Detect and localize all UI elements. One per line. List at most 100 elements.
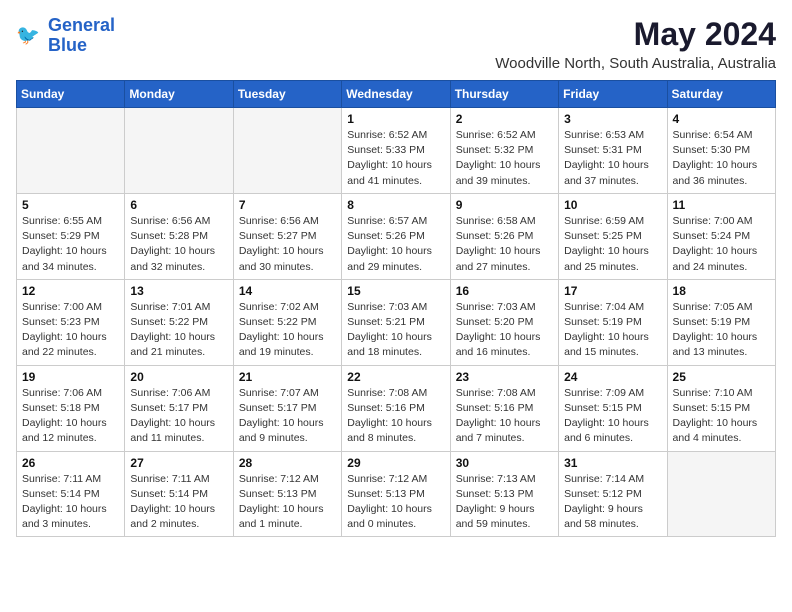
calendar-cell [17, 108, 125, 194]
month-year: May 2024 [495, 16, 776, 53]
day-number: 1 [347, 112, 444, 126]
calendar-cell: 9 Sunrise: 6:58 AMSunset: 5:26 PMDaylight… [450, 193, 558, 279]
day-info: Sunrise: 7:14 AMSunset: 5:12 PMDaylight:… [564, 472, 661, 533]
day-info: Sunrise: 6:53 AMSunset: 5:31 PMDaylight:… [564, 128, 661, 189]
calendar-cell: 3 Sunrise: 6:53 AMSunset: 5:31 PMDaylight… [559, 108, 667, 194]
calendar-cell: 11Sunrise: 7:00 AMSunset: 5:24 PMDayligh… [667, 193, 775, 279]
calendar-cell [667, 451, 775, 537]
day-info: Sunrise: 7:07 AMSunset: 5:17 PMDaylight:… [239, 386, 336, 447]
calendar-cell: 30Sunrise: 7:13 AMSunset: 5:13 PMDayligh… [450, 451, 558, 537]
day-number: 14 [239, 284, 336, 298]
day-number: 8 [347, 198, 444, 212]
calendar-cell: 21 Sunrise: 7:07 AMSunset: 5:17 PMDayligh… [233, 365, 341, 451]
day-number: 24 [564, 370, 661, 384]
calendar-cell: 6 Sunrise: 6:56 AMSunset: 5:28 PMDaylight… [125, 193, 233, 279]
day-info: Sunrise: 6:55 AMSunset: 5:29 PMDaylight:… [22, 214, 119, 275]
day-number: 9 [456, 198, 553, 212]
calendar-cell: 7Sunrise: 6:56 AMSunset: 5:27 PMDaylight… [233, 193, 341, 279]
logo-icon: 🐦 [16, 22, 44, 50]
day-number: 6 [130, 198, 227, 212]
calendar-cell [233, 108, 341, 194]
calendar-week-row: 26Sunrise: 7:11 AMSunset: 5:14 PMDayligh… [17, 451, 776, 537]
calendar-week-row: 5 Sunrise: 6:55 AMSunset: 5:29 PMDaylight… [17, 193, 776, 279]
day-info: Sunrise: 7:04 AMSunset: 5:19 PMDaylight:… [564, 300, 661, 361]
calendar-cell: 29 Sunrise: 7:12 AMSunset: 5:13 PMDayligh… [342, 451, 450, 537]
day-number: 4 [673, 112, 770, 126]
day-number: 16 [456, 284, 553, 298]
day-info: Sunrise: 7:12 AMSunset: 5:13 PMDaylight:… [239, 472, 336, 533]
weekday-header: Monday [125, 81, 233, 108]
day-info: Sunrise: 7:11 AMSunset: 5:14 PMDaylight:… [130, 472, 227, 533]
day-number: 5 [22, 198, 119, 212]
calendar-cell: 25 Sunrise: 7:10 AMSunset: 5:15 PMDayligh… [667, 365, 775, 451]
day-number: 20 [130, 370, 227, 384]
day-info: Sunrise: 7:03 AMSunset: 5:20 PMDaylight:… [456, 300, 553, 361]
day-info: Sunrise: 7:12 AMSunset: 5:13 PMDaylight:… [347, 472, 444, 533]
day-number: 29 [347, 456, 444, 470]
day-info: Sunrise: 7:00 AMSunset: 5:23 PMDaylight:… [22, 300, 119, 361]
day-number: 18 [673, 284, 770, 298]
calendar-cell: 17 Sunrise: 7:04 AMSunset: 5:19 PMDayligh… [559, 279, 667, 365]
weekday-header-row: SundayMondayTuesdayWednesdayThursdayFrid… [17, 81, 776, 108]
calendar-cell: 12Sunrise: 7:00 AMSunset: 5:23 PMDayligh… [17, 279, 125, 365]
calendar-cell: 15 Sunrise: 7:03 AMSunset: 5:21 PMDayligh… [342, 279, 450, 365]
day-info: Sunrise: 6:57 AMSunset: 5:26 PMDaylight:… [347, 214, 444, 275]
day-info: Sunrise: 6:56 AMSunset: 5:27 PMDaylight:… [239, 214, 336, 275]
calendar-week-row: 12Sunrise: 7:00 AMSunset: 5:23 PMDayligh… [17, 279, 776, 365]
day-number: 21 [239, 370, 336, 384]
day-number: 19 [22, 370, 119, 384]
day-number: 17 [564, 284, 661, 298]
day-number: 28 [239, 456, 336, 470]
day-info: Sunrise: 7:11 AMSunset: 5:14 PMDaylight:… [22, 472, 119, 533]
calendar-cell: 23Sunrise: 7:08 AMSunset: 5:16 PMDayligh… [450, 365, 558, 451]
day-info: Sunrise: 7:06 AMSunset: 5:17 PMDaylight:… [130, 386, 227, 447]
title-block: May 2024 Woodville North, South Australi… [495, 16, 776, 72]
page-header: 🐦 GeneralBlue May 2024 Woodville North, … [16, 16, 776, 72]
calendar-cell: 18 Sunrise: 7:05 AMSunset: 5:19 PMDayligh… [667, 279, 775, 365]
day-info: Sunrise: 7:13 AMSunset: 5:13 PMDaylight:… [456, 472, 553, 533]
weekday-header: Sunday [17, 81, 125, 108]
day-number: 13 [130, 284, 227, 298]
calendar-cell: 5 Sunrise: 6:55 AMSunset: 5:29 PMDaylight… [17, 193, 125, 279]
day-info: Sunrise: 7:05 AMSunset: 5:19 PMDaylight:… [673, 300, 770, 361]
day-number: 23 [456, 370, 553, 384]
day-info: Sunrise: 6:52 AMSunset: 5:33 PMDaylight:… [347, 128, 444, 189]
day-info: Sunrise: 7:06 AMSunset: 5:18 PMDaylight:… [22, 386, 119, 447]
calendar-cell: 16 Sunrise: 7:03 AMSunset: 5:20 PMDayligh… [450, 279, 558, 365]
day-info: Sunrise: 7:08 AMSunset: 5:16 PMDaylight:… [347, 386, 444, 447]
day-number: 15 [347, 284, 444, 298]
logo-text: GeneralBlue [48, 16, 115, 56]
day-info: Sunrise: 6:52 AMSunset: 5:32 PMDaylight:… [456, 128, 553, 189]
calendar-cell: 2 Sunrise: 6:52 AMSunset: 5:32 PMDaylight… [450, 108, 558, 194]
calendar-week-row: 19 Sunrise: 7:06 AMSunset: 5:18 PMDayligh… [17, 365, 776, 451]
day-info: Sunrise: 7:10 AMSunset: 5:15 PMDaylight:… [673, 386, 770, 447]
logo: 🐦 GeneralBlue [16, 16, 115, 56]
day-number: 22 [347, 370, 444, 384]
weekday-header: Friday [559, 81, 667, 108]
weekday-header: Saturday [667, 81, 775, 108]
day-info: Sunrise: 6:59 AMSunset: 5:25 PMDaylight:… [564, 214, 661, 275]
calendar-cell [125, 108, 233, 194]
calendar-cell: 27 Sunrise: 7:11 AMSunset: 5:14 PMDayligh… [125, 451, 233, 537]
day-number: 2 [456, 112, 553, 126]
day-number: 11 [673, 198, 770, 212]
calendar-cell: 19 Sunrise: 7:06 AMSunset: 5:18 PMDayligh… [17, 365, 125, 451]
calendar-cell: 4Sunrise: 6:54 AMSunset: 5:30 PMDaylight… [667, 108, 775, 194]
day-info: Sunrise: 6:56 AMSunset: 5:28 PMDaylight:… [130, 214, 227, 275]
day-info: Sunrise: 6:58 AMSunset: 5:26 PMDaylight:… [456, 214, 553, 275]
calendar-cell: 13Sunrise: 7:01 AMSunset: 5:22 PMDayligh… [125, 279, 233, 365]
weekday-header: Tuesday [233, 81, 341, 108]
calendar-cell: 8 Sunrise: 6:57 AMSunset: 5:26 PMDaylight… [342, 193, 450, 279]
location: Woodville North, South Australia, Austra… [495, 55, 776, 72]
day-number: 25 [673, 370, 770, 384]
calendar-cell: 24 Sunrise: 7:09 AMSunset: 5:15 PMDayligh… [559, 365, 667, 451]
calendar-cell: 10 Sunrise: 6:59 AMSunset: 5:25 PMDayligh… [559, 193, 667, 279]
day-number: 10 [564, 198, 661, 212]
weekday-header: Thursday [450, 81, 558, 108]
day-info: Sunrise: 7:02 AMSunset: 5:22 PMDaylight:… [239, 300, 336, 361]
calendar-table: SundayMondayTuesdayWednesdayThursdayFrid… [16, 80, 776, 537]
day-number: 27 [130, 456, 227, 470]
day-info: Sunrise: 7:09 AMSunset: 5:15 PMDaylight:… [564, 386, 661, 447]
day-number: 3 [564, 112, 661, 126]
day-info: Sunrise: 7:03 AMSunset: 5:21 PMDaylight:… [347, 300, 444, 361]
